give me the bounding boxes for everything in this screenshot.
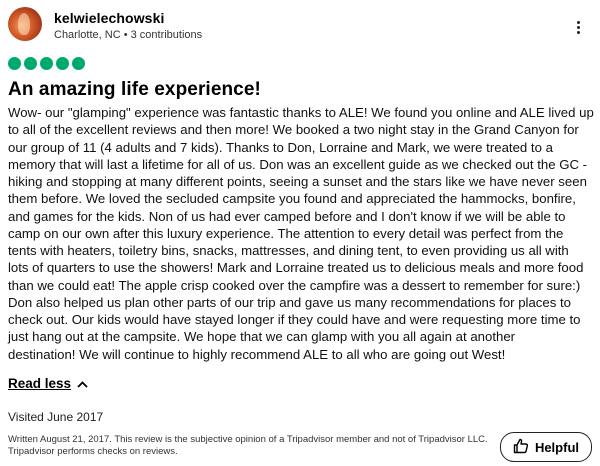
reviewer-meta: Charlotte, NC • 3 contributions [54,29,203,41]
rating-bubble [8,57,21,70]
more-vertical-icon[interactable] [568,15,588,39]
rating-bubble [40,57,53,70]
review-body: Wow- our "glamping" experience was fanta… [8,105,594,362]
read-less-label: Read less [8,376,72,391]
rating-bubble [56,57,69,70]
thumbs-up-icon [513,438,529,457]
visited-date: Visited June 2017 [8,410,104,424]
rating-bubbles [8,57,85,70]
reviewer-username[interactable]: kelwielechowski [54,10,164,26]
chevron-up-icon [77,376,88,391]
review-title: An amazing life experience! [8,79,261,100]
review-disclaimer: Written August 21, 2017. This review is … [8,434,488,457]
helpful-label: Helpful [534,439,579,455]
rating-bubble [72,57,85,70]
avatar[interactable] [8,7,42,41]
rating-bubble [24,57,37,70]
review-header: kelwielechowski Charlotte, NC • 3 contri… [8,7,592,43]
read-less-link[interactable]: Read less [8,376,88,391]
helpful-button[interactable]: Helpful [499,432,592,462]
